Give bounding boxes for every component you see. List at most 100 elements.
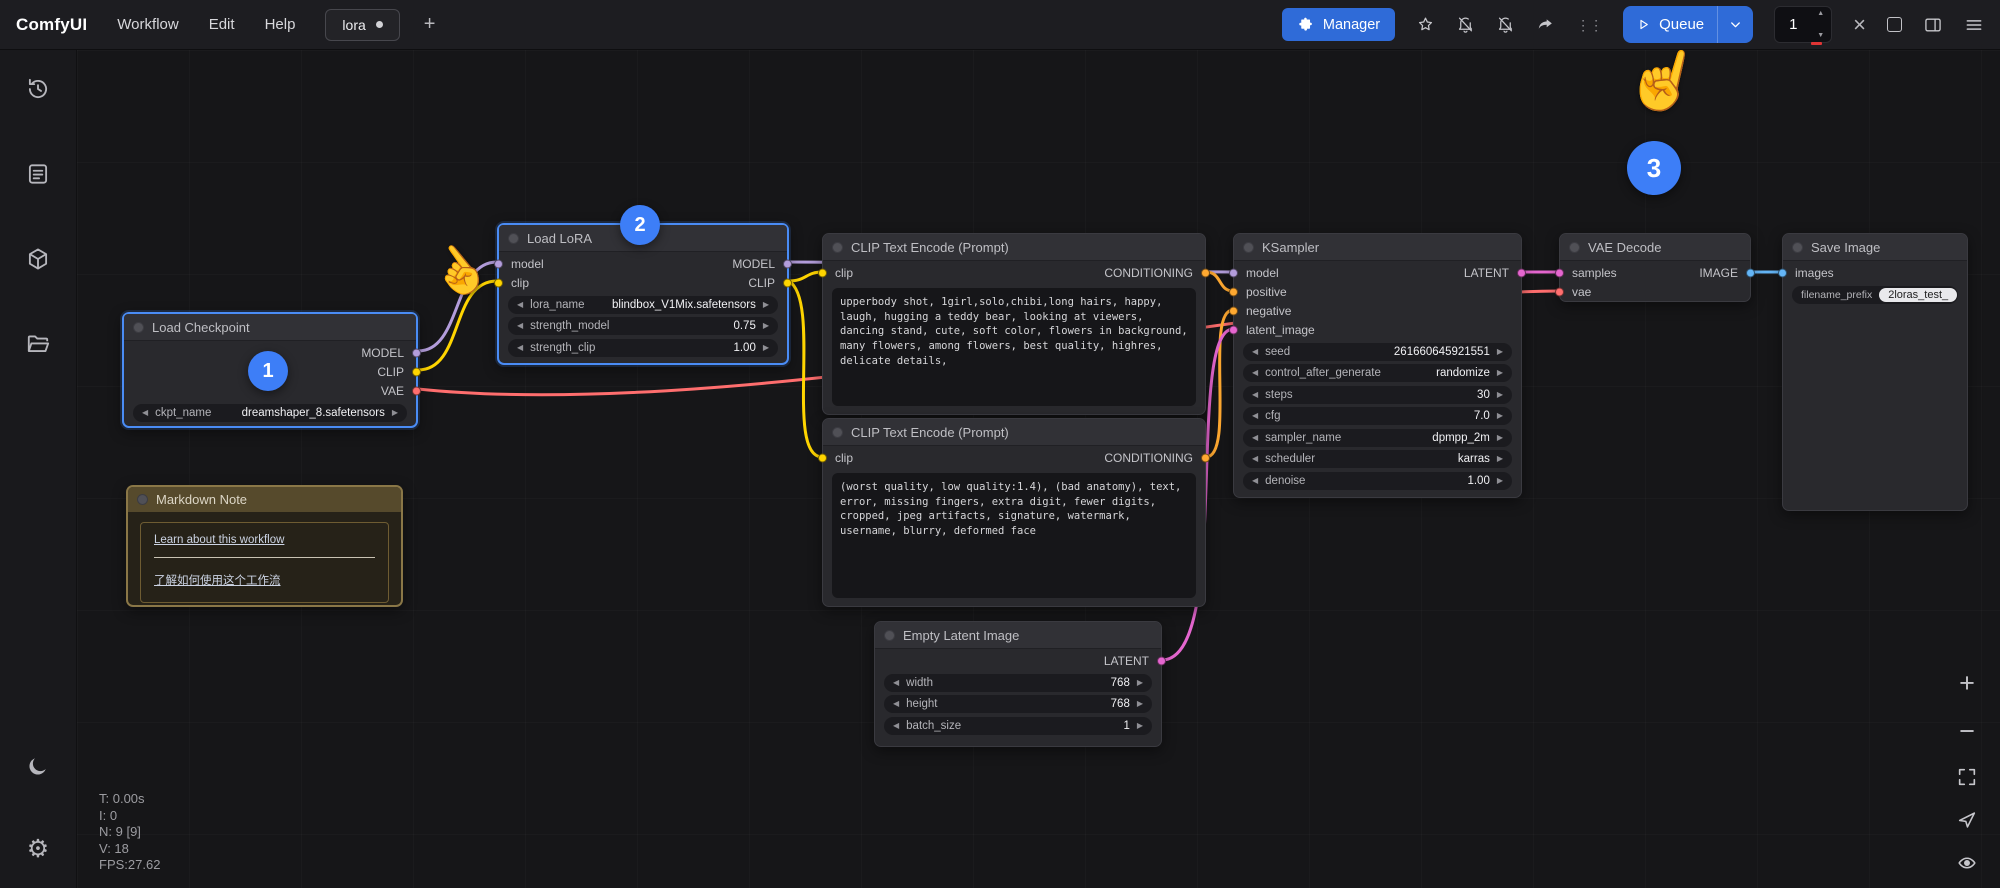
- bell-slash-icon[interactable]: [1456, 15, 1475, 34]
- decrement-icon[interactable]: [1252, 391, 1258, 399]
- decrement-icon[interactable]: [1252, 477, 1258, 485]
- decrement-icon[interactable]: [893, 700, 899, 708]
- spin-up-icon[interactable]: ▲: [1817, 10, 1824, 17]
- new-workflow-button[interactable]: +: [424, 13, 436, 36]
- note-link-learn-zh[interactable]: 了解如何使用这个工作流: [154, 572, 375, 588]
- decrement-icon[interactable]: [142, 409, 148, 417]
- widget-seed[interactable]: seed 261660645921551: [1243, 343, 1512, 361]
- widget-height[interactable]: height 768: [884, 695, 1152, 713]
- manager-button[interactable]: Manager: [1282, 8, 1395, 41]
- drag-handle-icon[interactable]: ⋮⋮: [1576, 18, 1602, 32]
- collapse-dot[interactable]: [1792, 242, 1803, 253]
- zoom-out-button[interactable]: −: [1959, 718, 1975, 745]
- node-markdown-note[interactable]: Markdown Note Learn about this workflow …: [126, 485, 403, 607]
- input-slot-model[interactable]: [494, 259, 503, 268]
- collapse-dot[interactable]: [832, 242, 843, 253]
- widget-scheduler[interactable]: scheduler karras: [1243, 450, 1512, 468]
- node-clip-text-encode-positive[interactable]: CLIP Text Encode (Prompt) clip CONDITION…: [822, 233, 1206, 415]
- input-slot-clip[interactable]: [818, 268, 827, 277]
- fit-view-icon[interactable]: [1956, 766, 1978, 788]
- collapse-dot[interactable]: [1243, 242, 1254, 253]
- input-slot-latent-image[interactable]: [1229, 325, 1238, 334]
- decrement-icon[interactable]: [1252, 412, 1258, 420]
- settings-gear-icon[interactable]: ⚙: [27, 837, 49, 862]
- output-slot-model[interactable]: [412, 348, 421, 357]
- decrement-icon[interactable]: [517, 301, 523, 309]
- theme-moon-icon[interactable]: [26, 754, 50, 783]
- node-title-bar[interactable]: KSampler: [1234, 234, 1521, 261]
- widget-lora-name[interactable]: lora_name blindbox_V1Mix.safetensors: [508, 296, 778, 314]
- output-slot-clip[interactable]: [412, 367, 421, 376]
- close-icon[interactable]: ×: [1853, 14, 1866, 36]
- output-slot-image[interactable]: [1746, 268, 1755, 277]
- output-slot-conditioning[interactable]: [1201, 453, 1210, 462]
- queue-dropdown-button[interactable]: [1718, 6, 1753, 43]
- collapse-dot[interactable]: [884, 630, 895, 641]
- node-title-bar[interactable]: CLIP Text Encode (Prompt): [823, 234, 1205, 261]
- node-library-cube-icon[interactable]: [25, 246, 51, 277]
- menu-edit[interactable]: Edit: [209, 16, 235, 33]
- increment-icon[interactable]: [1497, 434, 1503, 442]
- node-title-bar[interactable]: Save Image: [1783, 234, 1967, 261]
- spin-down-icon[interactable]: ▼: [1817, 32, 1824, 39]
- select-cursor-icon[interactable]: [1956, 809, 1978, 831]
- input-slot-model[interactable]: [1229, 268, 1238, 277]
- bell-slash-icon-2[interactable]: [1496, 15, 1515, 34]
- queue-button[interactable]: Queue: [1623, 6, 1753, 43]
- increment-icon[interactable]: [1497, 412, 1503, 420]
- input-slot-clip[interactable]: [494, 278, 503, 287]
- batch-spinner[interactable]: ▲ ▼: [1817, 10, 1824, 39]
- node-title-bar[interactable]: CLIP Text Encode (Prompt): [823, 419, 1205, 446]
- increment-icon[interactable]: [1137, 700, 1143, 708]
- widget-cfg[interactable]: cfg 7.0: [1243, 407, 1512, 425]
- widget-value[interactable]: 2loras_test_: [1879, 288, 1957, 302]
- increment-icon[interactable]: [1497, 477, 1503, 485]
- collapse-dot[interactable]: [133, 322, 144, 333]
- output-slot-latent[interactable]: [1517, 268, 1526, 277]
- collapse-dot[interactable]: [1569, 242, 1580, 253]
- widget-denoise[interactable]: denoise 1.00: [1243, 472, 1512, 490]
- menu-workflow[interactable]: Workflow: [117, 16, 178, 33]
- decrement-icon[interactable]: [1252, 369, 1258, 377]
- prompt-textarea[interactable]: (worst quality, low quality:1.4), (bad a…: [832, 473, 1196, 598]
- toggle-visibility-eye-icon[interactable]: [1956, 852, 1978, 874]
- increment-icon[interactable]: [1497, 391, 1503, 399]
- increment-icon[interactable]: [763, 322, 769, 330]
- prompt-textarea[interactable]: upperbody shot, 1girl,solo,chibi,long ha…: [832, 288, 1196, 406]
- queue-main[interactable]: Queue: [1623, 6, 1717, 43]
- increment-icon[interactable]: [1137, 679, 1143, 687]
- input-slot-samples[interactable]: [1555, 268, 1564, 277]
- node-empty-latent-image[interactable]: Empty Latent Image LATENT width 768 heig…: [874, 621, 1162, 747]
- node-save-image[interactable]: Save Image images filename_prefix 2loras…: [1782, 233, 1968, 511]
- decrement-icon[interactable]: [1252, 348, 1258, 356]
- output-slot-model[interactable]: [783, 259, 792, 268]
- collapse-dot[interactable]: [832, 427, 843, 438]
- increment-icon[interactable]: [1497, 348, 1503, 356]
- increment-icon[interactable]: [763, 344, 769, 352]
- node-clip-text-encode-negative[interactable]: CLIP Text Encode (Prompt) clip CONDITION…: [822, 418, 1206, 607]
- widget-filename-prefix[interactable]: filename_prefix 2loras_test_: [1792, 286, 1958, 304]
- batch-count-field[interactable]: 1 ▲ ▼: [1774, 6, 1832, 43]
- increment-icon[interactable]: [763, 301, 769, 309]
- widget-ckpt-name[interactable]: ckpt_name dreamshaper_8.safetensors: [133, 404, 407, 422]
- widget-strength-clip[interactable]: strength_clip 1.00: [508, 339, 778, 357]
- widget-sampler-name[interactable]: sampler_name dpmpp_2m: [1243, 429, 1512, 447]
- node-title-bar[interactable]: Empty Latent Image: [875, 622, 1161, 649]
- collapse-dot[interactable]: [508, 233, 519, 244]
- panel-layout-icon[interactable]: [1923, 15, 1943, 35]
- stop-icon[interactable]: [1887, 17, 1902, 32]
- output-slot-latent[interactable]: [1157, 656, 1166, 665]
- increment-icon[interactable]: [1497, 455, 1503, 463]
- increment-icon[interactable]: [1137, 722, 1143, 730]
- zoom-in-button[interactable]: +: [1959, 670, 1975, 697]
- increment-icon[interactable]: [1497, 369, 1503, 377]
- history-icon[interactable]: [25, 76, 51, 107]
- widget-width[interactable]: width 768: [884, 674, 1152, 692]
- input-slot-positive[interactable]: [1229, 287, 1238, 296]
- share-icon[interactable]: [1536, 15, 1555, 34]
- note-link-learn[interactable]: Learn about this workflow: [154, 534, 375, 546]
- widget-batch-size[interactable]: batch_size 1: [884, 717, 1152, 735]
- hamburger-menu-icon[interactable]: [1964, 15, 1984, 35]
- node-title-bar[interactable]: Load Checkpoint: [124, 314, 416, 341]
- node-ksampler[interactable]: KSampler model LATENT positive negative …: [1233, 233, 1522, 498]
